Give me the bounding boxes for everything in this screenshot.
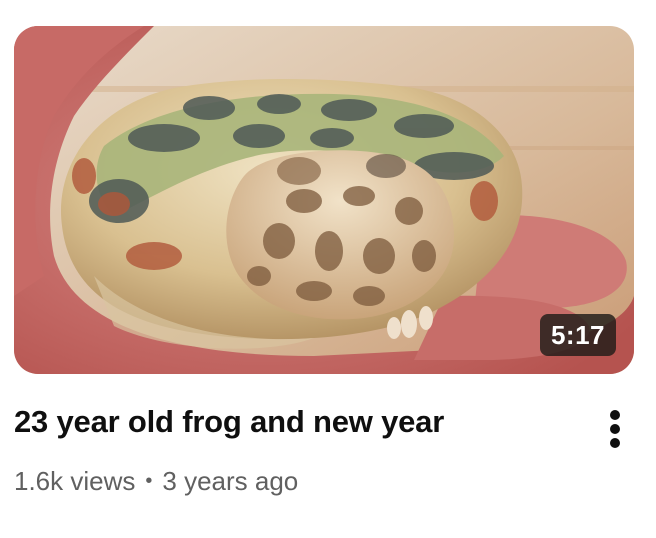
- video-card[interactable]: 5:17 23 year old frog and new year 1.6k …: [0, 0, 656, 538]
- view-count: 1.6k views: [14, 466, 136, 496]
- vertical-ellipsis-icon[interactable]: [596, 404, 636, 454]
- upload-age: 3 years ago: [162, 466, 299, 496]
- duration-badge: 5:17: [539, 314, 616, 356]
- video-title[interactable]: 23 year old frog and new year: [14, 404, 574, 440]
- video-thumbnail[interactable]: 5:17: [14, 26, 634, 374]
- video-metadata: 1.6k views • 3 years ago: [14, 466, 298, 497]
- meta-separator: •: [145, 470, 153, 492]
